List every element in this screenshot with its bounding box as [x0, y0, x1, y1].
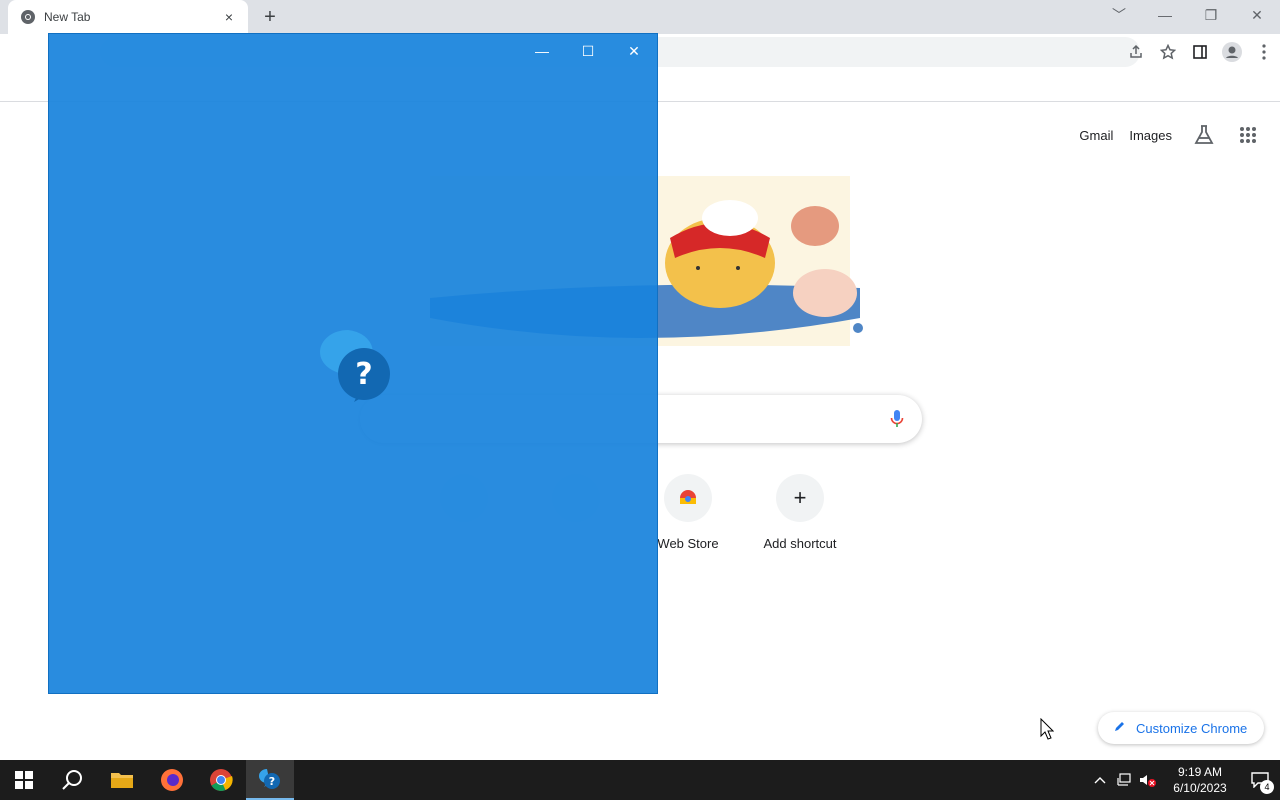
file-explorer-button[interactable]: [98, 760, 146, 800]
chrome-favicon-icon: [20, 9, 36, 25]
shortcut-label: Add shortcut: [763, 536, 837, 551]
help-app-icon: ?: [259, 769, 280, 789]
tray-chevron-up-icon[interactable]: [1088, 776, 1112, 784]
gmail-link[interactable]: Gmail: [1079, 128, 1113, 143]
overlay-window-controls: — ☐ ✕: [519, 34, 657, 68]
new-tab-button[interactable]: +: [258, 6, 282, 28]
ntp-header-links: Gmail Images: [1079, 120, 1260, 150]
toolbar-actions: [1120, 38, 1280, 66]
clock-time: 9:19 AM: [1177, 765, 1223, 779]
search-icon: [62, 770, 82, 790]
notification-count-badge: 4: [1260, 780, 1274, 794]
overlay-maximize-button[interactable]: ☐: [565, 34, 611, 68]
network-icon[interactable]: [1112, 773, 1136, 787]
tab-search-icon[interactable]: ﹀: [1096, 0, 1142, 30]
voice-search-mic-icon[interactable]: [890, 409, 904, 434]
chrome-button[interactable]: [197, 760, 245, 800]
menu-kebab-icon[interactable]: [1248, 38, 1280, 66]
tab-close-icon[interactable]: ×: [220, 8, 238, 26]
minimize-button[interactable]: —: [1142, 0, 1188, 30]
plus-glyph: +: [793, 485, 807, 510]
firefox-icon: [161, 769, 183, 791]
clock-date: 6/10/2023: [1173, 781, 1227, 795]
help-question-glyph: ?: [355, 357, 372, 392]
clock[interactable]: 9:19 AM 6/10/2023: [1160, 764, 1240, 796]
screen: New Tab × + ﹀ — ❐ ✕ Gmail Images Web Sto…: [0, 0, 1280, 800]
help-app-glyph: ?: [269, 775, 275, 788]
folder-icon: [111, 773, 133, 788]
tab-new-tab[interactable]: New Tab ×: [8, 0, 248, 34]
labs-flask-icon[interactable]: [1188, 124, 1220, 146]
customize-chrome-button[interactable]: Customize Chrome: [1098, 712, 1264, 744]
google-apps-icon[interactable]: [1236, 126, 1260, 144]
pencil-icon: [1114, 719, 1126, 737]
start-button[interactable]: [0, 760, 48, 800]
overlay-minimize-button[interactable]: —: [519, 34, 565, 68]
share-icon[interactable]: [1120, 38, 1152, 66]
mouse-cursor-icon: [1040, 717, 1055, 745]
windows-logo-icon: [15, 771, 33, 789]
volume-muted-icon[interactable]: [1136, 773, 1160, 787]
customize-label: Customize Chrome: [1136, 720, 1248, 736]
shortcut-add[interactable]: + Add shortcut: [744, 474, 856, 574]
tab-strip: New Tab × + ﹀ — ❐ ✕: [0, 0, 1280, 34]
search-button[interactable]: [48, 760, 96, 800]
close-window-button[interactable]: ✕: [1234, 0, 1280, 30]
system-tray: 9:19 AM 6/10/2023 4: [1088, 760, 1280, 800]
side-panel-icon[interactable]: [1184, 38, 1216, 66]
action-center-button[interactable]: 4: [1240, 760, 1280, 800]
overlay-close-button[interactable]: ✕: [611, 34, 657, 68]
add-shortcut-plus-icon: +: [776, 474, 824, 522]
images-link[interactable]: Images: [1129, 128, 1172, 143]
window-controls: ﹀ — ❐ ✕: [1096, 0, 1280, 32]
get-help-taskbar-button[interactable]: ?: [246, 760, 294, 800]
profile-avatar-icon[interactable]: [1216, 38, 1248, 66]
web-store-icon: [664, 474, 712, 522]
chrome-icon: [210, 769, 233, 791]
bookmark-star-icon[interactable]: [1152, 38, 1184, 66]
restore-button[interactable]: ❐: [1188, 0, 1234, 30]
firefox-button[interactable]: [148, 760, 196, 800]
shortcut-label: Web Store: [657, 536, 719, 551]
get-help-icon: ?: [318, 328, 394, 404]
tab-title: New Tab: [44, 10, 91, 24]
windows-taskbar: ? 9:19 AM 6/10/2023 4: [0, 760, 1280, 800]
